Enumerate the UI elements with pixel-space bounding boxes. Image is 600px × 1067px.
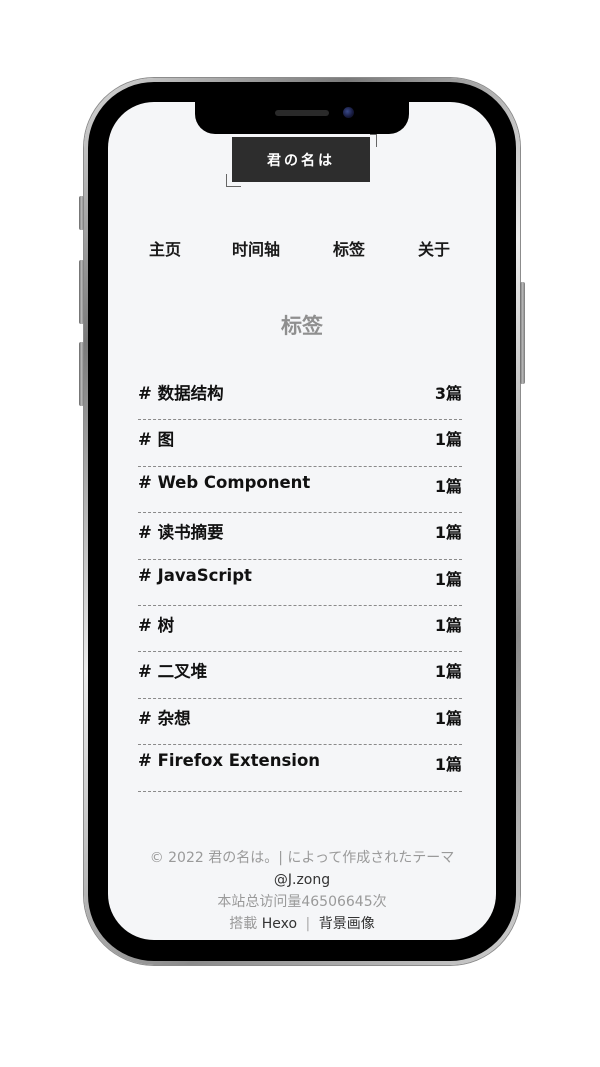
tag-name: # Web Component: [138, 472, 311, 492]
page-title: 标签: [281, 314, 323, 338]
tag-row-tree[interactable]: # 树 1篇: [138, 606, 462, 653]
tag-row-web-component[interactable]: # Web Component 1篇: [138, 467, 462, 514]
tag-count: 1篇: [434, 523, 462, 543]
tag-row-javascript[interactable]: # JavaScript 1篇: [138, 560, 462, 606]
nav-item-tags[interactable]: 标签: [333, 236, 365, 260]
tag-count: 1篇: [434, 662, 462, 682]
tag-name: # JavaScript: [138, 565, 252, 585]
tag-name: # 二叉堆: [138, 662, 208, 682]
phone-side-button-mute: [79, 196, 84, 230]
tag-row-thoughts[interactable]: # 杂想 1篇: [138, 699, 462, 746]
phone-side-button-volume-down: [79, 342, 84, 406]
tag-name: # 树: [138, 615, 175, 635]
tag-name: # 图: [138, 430, 175, 450]
tag-name: # 杂想: [138, 708, 191, 728]
tag-count: 1篇: [434, 708, 462, 728]
tag-name: # 数据结构: [138, 384, 224, 403]
tag-count: 1篇: [434, 430, 462, 450]
tag-count: 1篇: [434, 615, 462, 635]
tag-row-reading-notes[interactable]: # 读书摘要 1篇: [138, 513, 462, 560]
phone-side-button-power: [520, 282, 525, 384]
tag-row-data-structures[interactable]: # 数据结构 3篇: [138, 374, 462, 421]
main-nav: 主页 时间轴 标签 关于: [108, 236, 496, 260]
tag-name: # Firefox Extension: [138, 751, 321, 771]
speaker-grille: [275, 110, 329, 116]
front-camera-icon: [343, 107, 354, 118]
phone-side-button-volume-up: [79, 260, 84, 324]
tag-row-binary-heap[interactable]: # 二叉堆 1篇: [138, 652, 462, 699]
nav-item-timeline[interactable]: 时间轴: [232, 236, 280, 260]
tag-count: 1篇: [434, 755, 462, 775]
footer-visit-count: 本站总访问量46506645次: [217, 894, 387, 910]
footer-copyright: © 2022 君の名は。| によって作成されたテーマ: [149, 850, 455, 866]
phone-notch: [195, 102, 409, 134]
tag-list: # 数据结构 3篇 # 图 1篇 # Web Component 1篇 # 读书…: [138, 374, 462, 792]
tag-count: 1篇: [434, 569, 462, 589]
tag-name: # 读书摘要: [138, 523, 224, 543]
background-image-link[interactable]: 背景画像: [319, 916, 375, 932]
nav-item-about[interactable]: 关于: [418, 236, 450, 260]
hexo-link[interactable]: Hexo: [262, 916, 297, 932]
tag-row-firefox-extension[interactable]: # Firefox Extension 1篇: [138, 745, 462, 792]
footer-author-link[interactable]: @J.zong: [108, 869, 496, 891]
footer-powered-prefix: 搭載: [229, 916, 258, 932]
nav-item-home[interactable]: 主页: [149, 236, 181, 260]
site-footer: © 2022 君の名は。| によって作成されたテーマ @J.zong 本站总访问…: [108, 847, 496, 935]
phone-screen: 君の名は 主页 时间轴 标签 关于 标签 # 数据结构 3篇 # 图 1篇 # …: [108, 102, 496, 940]
footer-separator: |: [305, 916, 311, 932]
footer-powered-line: 搭載 Hexo | 背景画像: [108, 913, 496, 935]
tag-count: 3篇: [434, 384, 462, 403]
tag-count: 1篇: [434, 476, 462, 496]
site-logo[interactable]: 君の名は: [232, 137, 370, 182]
logo-corner-decoration: [370, 134, 377, 147]
tag-row-graph[interactable]: # 图 1篇: [138, 420, 462, 467]
